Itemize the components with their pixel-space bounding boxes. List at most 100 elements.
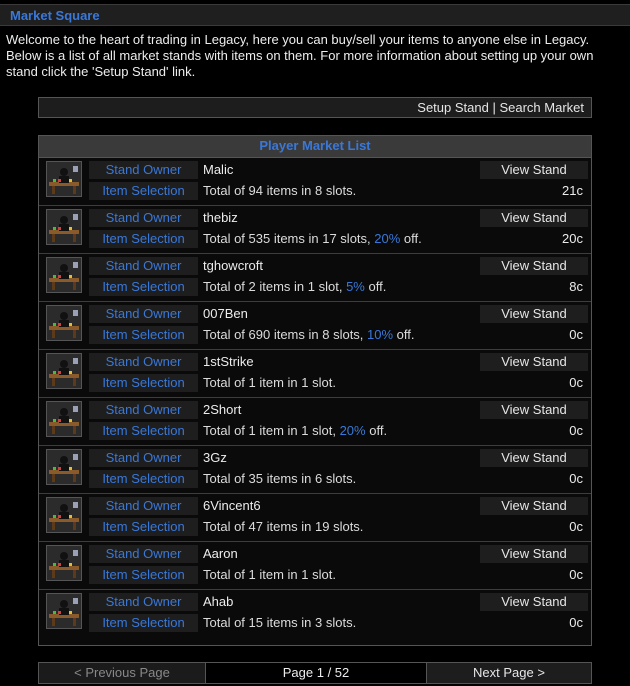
view-stand-button[interactable]: View Stand <box>480 209 588 227</box>
summary-text: Total of 1 item in 1 slot, <box>203 423 340 438</box>
view-stand-button[interactable]: View Stand <box>480 353 588 371</box>
market-row: Stand Owner Item Selection Aaron Total of 1… <box>39 542 591 590</box>
market-stand-icon <box>46 401 82 437</box>
market-stand-icon <box>46 161 82 197</box>
stand-owner-button[interactable]: Stand Owner <box>89 161 198 179</box>
stand-price: 0c <box>569 423 583 438</box>
item-selection-button[interactable]: Item Selection <box>89 470 198 488</box>
item-selection-button[interactable]: Item Selection <box>89 230 198 248</box>
owner-name: 2Short <box>203 402 242 417</box>
stand-summary: Total of 2 items in 1 slot, 5% off. <box>203 279 386 294</box>
search-market-link[interactable]: Search Market <box>499 100 584 115</box>
stand-owner-button[interactable]: Stand Owner <box>89 545 198 563</box>
stand-summary: Total of 690 items in 8 slots, 10% off. <box>203 327 415 342</box>
market-row: Stand Owner Item Selection 3Gz Total of 35 … <box>39 446 591 494</box>
link-separator: | <box>488 100 500 115</box>
stand-summary: Total of 15 items in 3 slots. <box>203 615 356 630</box>
owner-name: Malic <box>203 162 234 177</box>
previous-page-button[interactable]: < Previous Page <box>39 663 205 683</box>
intro-text: Welcome to the heart of trading in Legac… <box>6 32 594 79</box>
owner-name: Aaron <box>203 546 238 561</box>
market-row: Stand Owner Item Selection 2Short Total of … <box>39 398 591 446</box>
stand-summary: Total of 1 item in 1 slot. <box>203 567 336 582</box>
item-selection-button[interactable]: Item Selection <box>89 566 198 584</box>
summary-text: Total of 2 items in 1 slot, <box>203 279 347 294</box>
market-links-bar: Setup Stand | Search Market <box>38 97 592 118</box>
stand-price: 0c <box>569 519 583 534</box>
view-stand-button[interactable]: View Stand <box>480 257 588 275</box>
market-stand-icon <box>46 593 82 629</box>
item-selection-button[interactable]: Item Selection <box>89 614 198 632</box>
stand-summary: Total of 47 items in 19 slots. <box>203 519 363 534</box>
owner-name: thebiz <box>203 210 238 225</box>
summary-text: Total of 15 items in 3 slots. <box>203 615 357 630</box>
owner-name: 6Vincent6 <box>203 498 261 513</box>
market-rows: Stand Owner Item Selection Malic Total of 9… <box>39 158 591 638</box>
market-stand-icon <box>46 209 82 245</box>
stand-summary: Total of 535 items in 17 slots, 20% off. <box>203 231 422 246</box>
item-selection-button[interactable]: Item Selection <box>89 422 198 440</box>
owner-name: 007Ben <box>203 306 248 321</box>
next-page-button[interactable]: Next Page > <box>427 663 591 683</box>
market-stand-icon <box>46 545 82 581</box>
stand-summary: Total of 1 item in 1 slot, 20% off. <box>203 423 387 438</box>
market-stand-icon <box>46 257 82 293</box>
owner-name: tghowcroft <box>203 258 263 273</box>
market-row: Stand Owner Item Selection thebiz Total of … <box>39 206 591 254</box>
stand-owner-button[interactable]: Stand Owner <box>89 497 198 515</box>
stand-price: 8c <box>569 279 583 294</box>
stand-owner-button[interactable]: Stand Owner <box>89 305 198 323</box>
stand-owner-button[interactable]: Stand Owner <box>89 353 198 371</box>
view-stand-button[interactable]: View Stand <box>480 545 588 563</box>
stand-price: 0c <box>569 471 583 486</box>
market-row: Stand Owner Item Selection 6Vincent6 Total … <box>39 494 591 542</box>
stand-owner-button[interactable]: Stand Owner <box>89 401 198 419</box>
pagination: < Previous Page Page 1 / 52 Next Page > <box>38 662 592 684</box>
item-selection-button[interactable]: Item Selection <box>89 374 198 392</box>
view-stand-button[interactable]: View Stand <box>480 497 588 515</box>
discount-suffix: off. <box>393 327 415 342</box>
stand-price: 0c <box>569 327 583 342</box>
owner-name: Ahab <box>203 594 234 609</box>
market-stand-icon <box>46 497 82 533</box>
stand-price: 0c <box>569 615 583 630</box>
market-row: Stand Owner Item Selection Ahab Total of 15… <box>39 590 591 638</box>
item-selection-button[interactable]: Item Selection <box>89 278 198 296</box>
discount-suffix: off. <box>364 279 387 294</box>
stand-owner-button[interactable]: Stand Owner <box>89 449 198 467</box>
view-stand-button[interactable]: View Stand <box>480 593 588 611</box>
view-stand-button[interactable]: View Stand <box>480 161 588 179</box>
stand-price: 20c <box>562 231 583 246</box>
item-selection-button[interactable]: Item Selection <box>89 326 198 344</box>
summary-text: Total of 535 items in 17 slots, <box>203 231 375 246</box>
summary-text: Total of 1 item in 1 slot. <box>203 375 336 390</box>
stand-price: 0c <box>569 375 583 390</box>
stand-owner-button[interactable]: Stand Owner <box>89 257 198 275</box>
stand-summary: Total of 94 items in 8 slots. <box>203 183 356 198</box>
discount-percent: 5% <box>346 279 365 294</box>
market-row: Stand Owner Item Selection 007Ben Total of … <box>39 302 591 350</box>
market-stand-icon <box>46 449 82 485</box>
page-indicator: Page 1 / 52 <box>205 663 427 683</box>
summary-text: Total of 690 items in 8 slots, <box>203 327 368 342</box>
discount-percent: 10% <box>367 327 394 342</box>
view-stand-button[interactable]: View Stand <box>480 449 588 467</box>
market-row: Stand Owner Item Selection 1stStrike Total … <box>39 350 591 398</box>
list-header: Player Market List <box>39 136 591 158</box>
setup-stand-link[interactable]: Setup Stand <box>417 100 489 115</box>
stand-owner-button[interactable]: Stand Owner <box>89 593 198 611</box>
market-stand-icon <box>46 353 82 389</box>
player-market-list: Player Market List Stand Owner Item Selec… <box>38 135 592 646</box>
view-stand-button[interactable]: View Stand <box>480 401 588 419</box>
summary-text: Total of 47 items in 19 slots. <box>203 519 364 534</box>
summary-text: Total of 35 items in 6 slots. <box>203 471 357 486</box>
market-row: Stand Owner Item Selection Malic Total of 9… <box>39 158 591 206</box>
item-selection-button[interactable]: Item Selection <box>89 518 198 536</box>
stand-owner-button[interactable]: Stand Owner <box>89 209 198 227</box>
view-stand-button[interactable]: View Stand <box>480 305 588 323</box>
owner-name: 3Gz <box>203 450 227 465</box>
title-bar: Market Square <box>0 4 630 26</box>
item-selection-button[interactable]: Item Selection <box>89 182 198 200</box>
page-title: Market Square <box>10 8 100 23</box>
stand-price: 21c <box>562 183 583 198</box>
